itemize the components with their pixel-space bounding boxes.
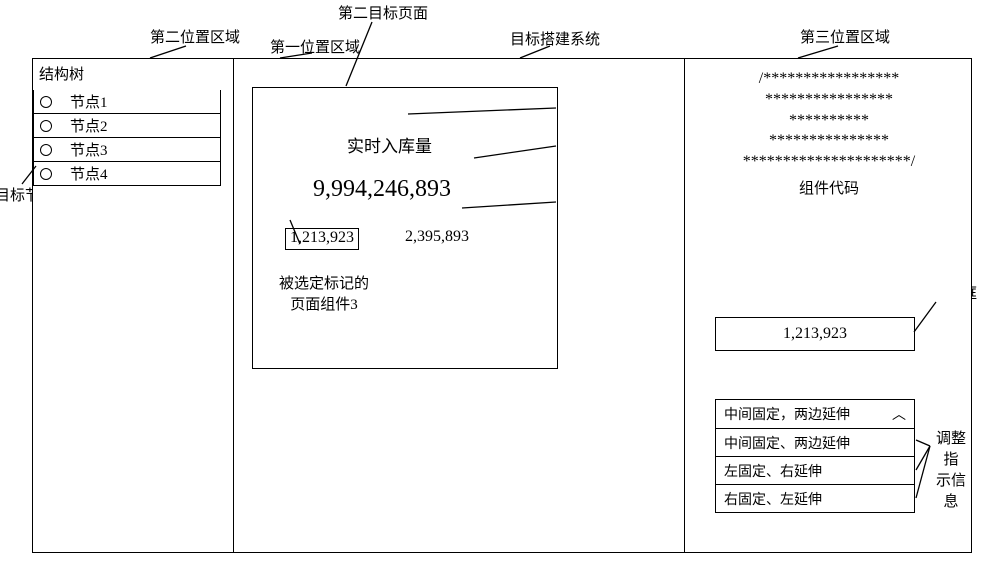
tree-node-3[interactable]: 节点3 xyxy=(33,138,221,162)
page-component-4[interactable]: 2,395,893 xyxy=(405,228,469,246)
radio-icon xyxy=(40,168,52,180)
component-code-block: /***************** **************** ****… xyxy=(685,69,973,173)
tree-node-label: 节点3 xyxy=(70,139,108,160)
alignment-select[interactable]: 中间固定，两边延伸 ︿ 中间固定、两边延伸 左固定、右延伸 右固定、左延伸 xyxy=(715,399,915,513)
system-window: 结构树 节点1 节点2 节点3 节点4 实时入库量 9,994,246,8 xyxy=(32,58,972,553)
alignment-option[interactable]: 中间固定、两边延伸 xyxy=(716,428,914,456)
label-page2: 第二目标页面 xyxy=(338,2,428,23)
page-component-3-caption: 被选定标记的 页面组件3 xyxy=(279,274,369,316)
label-adjust-info: 调整指 示信息 xyxy=(931,429,971,513)
alignment-option[interactable]: 右固定、左延伸 xyxy=(716,484,914,512)
option-label: 中间固定、两边延伸 xyxy=(724,433,850,453)
tree-node-label: 节点2 xyxy=(70,115,108,136)
area-1-panel: 实时入库量 9,994,246,893 1,213,923 2,395,893 … xyxy=(233,59,685,552)
tree-node-label: 节点4 xyxy=(70,163,108,184)
option-label: 中间固定，两边延伸 xyxy=(724,404,850,424)
area-2-panel: 结构树 节点1 节点2 节点3 节点4 xyxy=(33,59,221,552)
radio-icon xyxy=(40,120,52,132)
tree-title: 结构树 xyxy=(33,59,221,90)
tree-node-4[interactable]: 节点4 xyxy=(33,162,221,186)
label-target-system: 目标搭建系统 xyxy=(510,28,600,49)
chevron-up-icon: ︿ xyxy=(892,404,906,424)
component-code-label: 组件代码 xyxy=(685,177,973,198)
page-component-2[interactable]: 9,994,246,893 xyxy=(313,176,451,203)
radio-icon xyxy=(40,96,52,108)
label-area3: 第三位置区域 xyxy=(800,26,890,47)
alignment-selected[interactable]: 中间固定，两边延伸 ︿ xyxy=(716,400,914,428)
option-label: 左固定、右延伸 xyxy=(724,461,822,481)
alignment-option[interactable]: 左固定、右延伸 xyxy=(716,456,914,484)
label-area1: 第一位置区域 xyxy=(270,36,360,57)
text-edit-input[interactable]: 1,213,923 xyxy=(715,317,915,351)
tree-node-1[interactable]: 节点1 xyxy=(33,90,221,114)
option-label: 右固定、左延伸 xyxy=(724,489,822,509)
page-component-1[interactable]: 实时入库量 xyxy=(347,132,432,157)
tree-node-label: 节点1 xyxy=(70,91,108,112)
second-target-page: 实时入库量 9,994,246,893 1,213,923 2,395,893 … xyxy=(252,87,558,369)
page-component-3-selected[interactable]: 1,213,923 xyxy=(285,228,359,250)
tree-node-2[interactable]: 节点2 xyxy=(33,114,221,138)
area-3-panel: /***************** **************** ****… xyxy=(685,59,973,552)
radio-icon xyxy=(40,144,52,156)
label-area2: 第二位置区域 xyxy=(150,26,240,47)
